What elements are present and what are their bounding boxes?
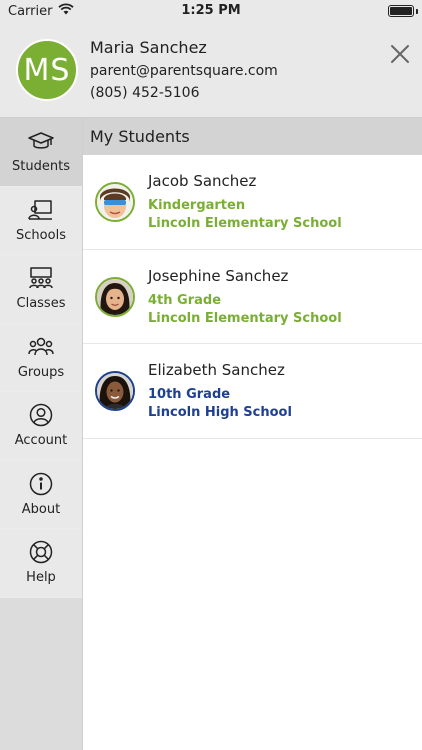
sidebar: Students Schools Classes Groups Account …: [0, 118, 83, 750]
groups-icon: [28, 335, 54, 359]
battery-fill: [390, 7, 412, 15]
status-time: 1:25 PM: [181, 3, 241, 18]
student-avatar: [95, 371, 135, 411]
avatar: MS: [16, 39, 78, 101]
sidebar-item-label: Account: [14, 433, 68, 449]
user-name: Maria Sanchez: [90, 38, 207, 57]
sidebar-item-help[interactable]: Help: [0, 529, 82, 598]
student-school: Lincoln High School: [148, 405, 292, 420]
sidebar-item-schools[interactable]: Schools: [0, 186, 82, 255]
battery-nub: [416, 9, 418, 14]
student-grade: 4th Grade: [148, 292, 222, 308]
student-row[interactable]: Elizabeth Sanchez 10th Grade Lincoln Hig…: [83, 344, 422, 439]
student-grade: 10th Grade: [148, 387, 231, 402]
student-name: Elizabeth Sanchez: [148, 361, 285, 379]
section-title: My Students: [83, 118, 422, 155]
main-content: My Students Jacob Sanchez Kindergarten L…: [83, 118, 422, 750]
user-phone: (805) 452-5106: [90, 85, 200, 101]
close-button[interactable]: [388, 42, 412, 66]
sidebar-item-label: Classes: [16, 296, 66, 312]
sidebar-item-account[interactable]: Account: [0, 392, 82, 461]
student-grade: Kindergarten: [148, 198, 246, 213]
sidebar-item-classes[interactable]: Classes: [0, 255, 82, 324]
close-icon: [391, 45, 409, 63]
sidebar-item-groups[interactable]: Groups: [0, 323, 82, 392]
sidebar-item-label: Students: [12, 159, 70, 175]
student-name: Josephine Sanchez: [148, 266, 289, 285]
graduation-cap-icon: [28, 129, 54, 153]
user-email: parent@parentsquare.com: [90, 63, 278, 79]
battery-icon: [388, 5, 414, 17]
student-school: Lincoln Elementary School: [148, 216, 342, 231]
sidebar-item-students[interactable]: Students: [0, 118, 82, 187]
sidebar-item-about[interactable]: About: [0, 460, 82, 529]
student-avatar: [95, 182, 135, 222]
status-bar: Carrier 1:25 PM: [0, 0, 422, 22]
sidebar-item-label: About: [21, 501, 61, 517]
sidebar-item-label: Help: [26, 570, 56, 586]
student-name: Jacob Sanchez: [148, 172, 257, 190]
student-avatar: [95, 276, 135, 317]
user-circle-icon: [28, 403, 54, 427]
student-row[interactable]: Josephine Sanchez 4th Grade Lincoln Elem…: [83, 250, 422, 344]
school-icon: [28, 198, 54, 222]
student-row[interactable]: Jacob Sanchez Kindergarten Lincoln Eleme…: [83, 155, 422, 250]
classroom-icon: [28, 266, 54, 290]
info-icon: [28, 472, 54, 496]
lifebuoy-icon: [28, 540, 54, 564]
sidebar-item-label: Groups: [17, 364, 65, 380]
sidebar-item-label: Schools: [16, 227, 66, 243]
student-school: Lincoln Elementary School: [148, 310, 342, 326]
profile-header: MS Maria Sanchez parent@parentsquare.com…: [0, 22, 422, 118]
